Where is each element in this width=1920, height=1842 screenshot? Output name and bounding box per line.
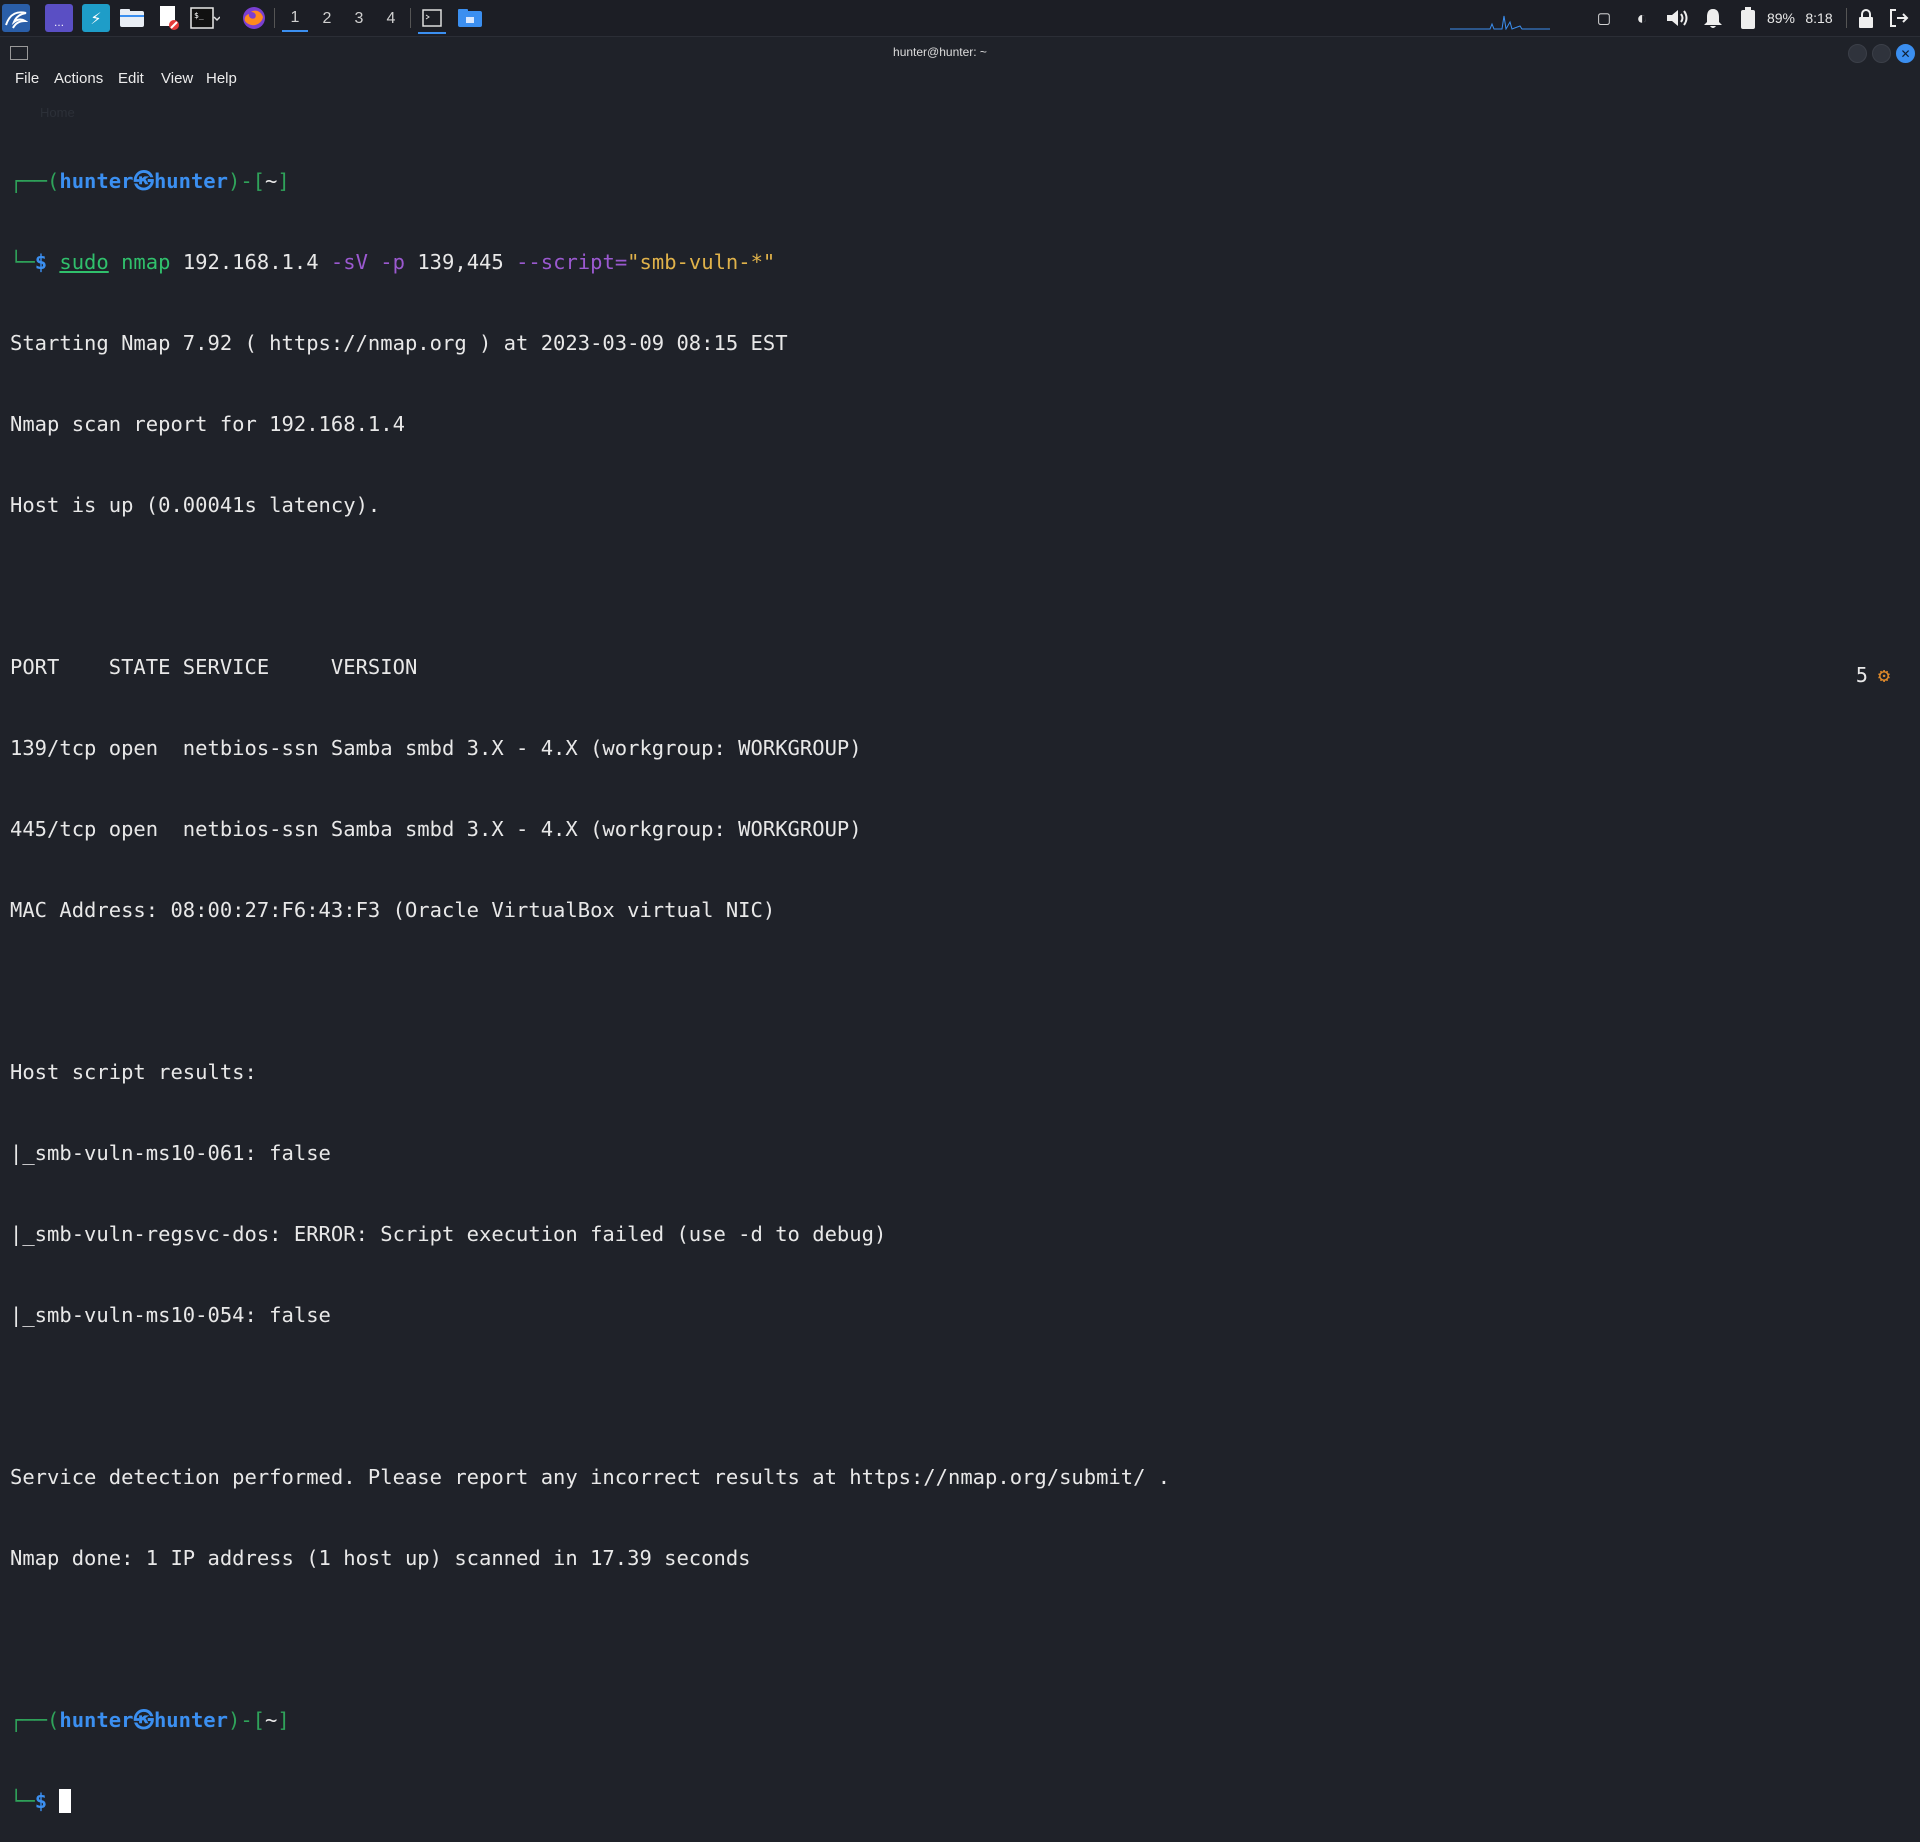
- workspace-1[interactable]: 1: [282, 6, 308, 32]
- output-line: Host is up (0.00041s latency).: [10, 493, 381, 517]
- prompt-frame: )-[: [228, 169, 266, 193]
- command-flag: --script=: [516, 250, 628, 274]
- menu-actions[interactable]: Actions: [54, 70, 103, 87]
- prompt-line: ┌──(hunter㉿hunter)-[~]: [10, 168, 1910, 195]
- text-editor-icon[interactable]: [155, 4, 183, 32]
- output-line: |_smb-vuln-ms10-061: false: [10, 1141, 331, 1165]
- workspace-2[interactable]: 2: [314, 6, 340, 32]
- job-count: 5: [1855, 663, 1868, 687]
- notifications-bell-icon[interactable]: [1700, 6, 1726, 30]
- prompt-separator: ㉿: [133, 169, 154, 193]
- kali-menu-icon[interactable]: [2, 4, 30, 32]
- menu-file[interactable]: File: [15, 70, 39, 87]
- terminal-output[interactable]: ┌──(hunter㉿hunter)-[~] └─$ sudo nmap 192…: [10, 114, 1910, 1813]
- prompt-lead: └─: [10, 1789, 35, 1813]
- network-monitor-graph: [1450, 6, 1550, 30]
- prompt-lead: └─: [10, 250, 35, 274]
- file-manager-icon[interactable]: [118, 4, 146, 32]
- taskbar-separator: [410, 8, 411, 28]
- firefox-icon[interactable]: [240, 4, 268, 32]
- terminal-window-task-icon[interactable]: [418, 4, 446, 34]
- prompt-directory: ~: [265, 169, 278, 193]
- prompt-frame: ]: [277, 169, 290, 193]
- command-target: 192.168.1.4: [182, 250, 319, 274]
- prompt-frame: ┌──(: [10, 1708, 60, 1732]
- svg-text:$_: $_: [194, 11, 204, 20]
- menu-help[interactable]: Help: [206, 70, 237, 87]
- menubar: File Actions Edit View Help: [0, 68, 1920, 92]
- prompt-frame: ┌──(: [10, 169, 60, 193]
- lock-screen-icon[interactable]: [1856, 6, 1876, 30]
- battery-icon[interactable]: [1738, 6, 1758, 30]
- workspace-4[interactable]: 4: [378, 6, 404, 32]
- prompt-user: hunter: [59, 169, 134, 193]
- command-name: nmap: [121, 250, 171, 274]
- taskbar-separator: [274, 8, 275, 28]
- command-flag: -p: [380, 250, 405, 274]
- output-line: |_smb-vuln-ms10-054: false: [10, 1303, 331, 1327]
- volume-icon[interactable]: [1664, 6, 1692, 30]
- text-cursor: [59, 1789, 72, 1813]
- prompt-directory: ~: [265, 1708, 278, 1732]
- folder-window-task-icon[interactable]: [456, 4, 484, 32]
- minimize-button[interactable]: [1848, 44, 1867, 63]
- menu-edit[interactable]: Edit: [118, 70, 144, 87]
- battery-percent: 89%: [1766, 10, 1796, 26]
- window-titlebar[interactable]: hunter@hunter: ~ ✕: [0, 38, 1920, 66]
- prompt-frame: ]: [277, 1708, 290, 1732]
- close-button[interactable]: ✕: [1896, 44, 1915, 63]
- taskbar: … ⚡ $_ 1 2 3 4 ▢ ◐ 89% 8:18: [0, 0, 1920, 37]
- output-line: 139/tcp open netbios-ssn Samba smbd 3.X …: [10, 736, 862, 760]
- prompt-frame: )-[: [228, 1708, 266, 1732]
- show-desktop-icon[interactable]: …: [45, 4, 73, 32]
- output-line: MAC Address: 08:00:27:F6:43:F3 (Oracle V…: [10, 898, 776, 922]
- output-line: Nmap scan report for 192.168.1.4: [10, 412, 405, 436]
- window-title: hunter@hunter: ~: [893, 45, 987, 59]
- prompt-line: ┌──(hunter㉿hunter)-[~]: [10, 1707, 1910, 1734]
- power-manager-icon[interactable]: ⚡: [82, 4, 110, 32]
- background-jobs-indicator: 5 ⚙: [1856, 663, 1890, 687]
- command-line: └─$ sudo nmap 192.168.1.4 -sV -p 139,445…: [10, 249, 1910, 276]
- menu-view[interactable]: View: [161, 70, 193, 87]
- output-line: 445/tcp open netbios-ssn Samba smbd 3.X …: [10, 817, 862, 841]
- output-line: Starting Nmap 7.92 ( https://nmap.org ) …: [10, 331, 788, 355]
- prompt-dollar: $: [34, 1789, 48, 1813]
- logout-icon[interactable]: [1888, 6, 1910, 30]
- workspace-3[interactable]: 3: [346, 6, 372, 32]
- brightness-icon[interactable]: ◐: [1630, 6, 1654, 30]
- taskbar-separator: [1846, 8, 1847, 28]
- output-line: |_smb-vuln-regsvc-dos: ERROR: Script exe…: [10, 1222, 887, 1246]
- prompt-separator: ㉿: [133, 1708, 154, 1732]
- screen-icon[interactable]: ▢: [1594, 6, 1614, 30]
- input-line[interactable]: └─$: [10, 1788, 1910, 1815]
- prompt-user: hunter: [59, 1708, 134, 1732]
- clock[interactable]: 8:18: [1802, 6, 1836, 30]
- command-sudo: sudo: [59, 250, 109, 274]
- command-script-arg: "smb-vuln-*": [627, 250, 776, 274]
- command-ports: 139,445: [417, 250, 504, 274]
- output-line: Service detection performed. Please repo…: [10, 1465, 1171, 1489]
- output-line: Host script results:: [10, 1060, 257, 1084]
- terminal-app-icon[interactable]: $_: [189, 4, 221, 32]
- prompt-dollar: $: [34, 250, 48, 274]
- prompt-host: hunter: [153, 169, 228, 193]
- output-line: PORT STATE SERVICE VERSION: [10, 655, 418, 679]
- command-flag: -sV: [330, 250, 368, 274]
- maximize-button[interactable]: [1872, 44, 1891, 63]
- output-line: Nmap done: 1 IP address (1 host up) scan…: [10, 1546, 751, 1570]
- gear-icon: ⚙: [1877, 663, 1890, 687]
- prompt-host: hunter: [153, 1708, 228, 1732]
